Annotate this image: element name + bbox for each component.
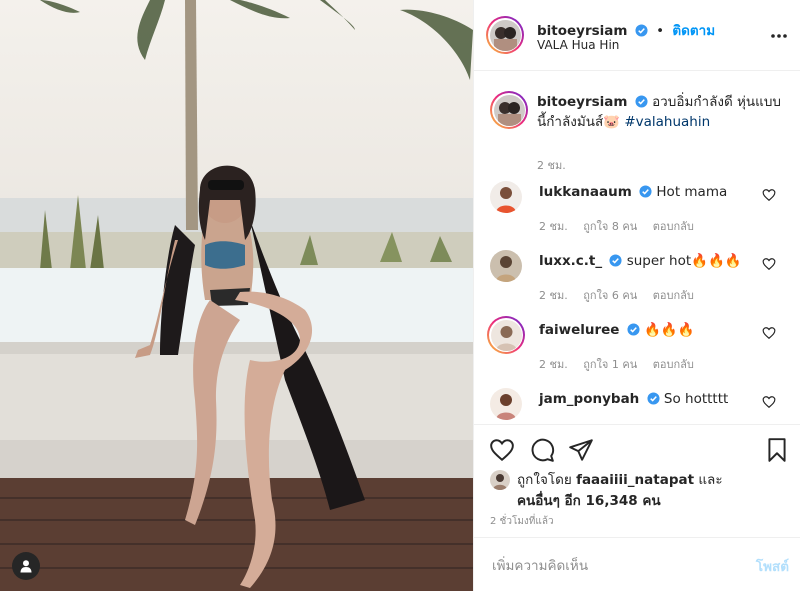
heart-icon[interactable] xyxy=(762,326,776,340)
comments-list[interactable]: bitoeyrsiam อวบอิ่มกำลังดี หุ่นแบบนี้กำล… xyxy=(474,72,800,424)
user-icon xyxy=(20,560,32,573)
bookmark-icon[interactable] xyxy=(764,437,790,463)
caption-hashtag[interactable]: #valahuahin xyxy=(624,114,710,130)
post-details-panel: bitoeyrsiam • ติดตาม VALA Hua Hin bitoey… xyxy=(473,0,800,591)
comment-item: faiwelurее 🔥🔥🔥 2 ชม. ถูกใจ 1 คน ตอบกลับ xyxy=(487,316,790,379)
comment-text: super hot🔥🔥🔥 xyxy=(626,253,742,269)
add-comment-bar: โพสต์ xyxy=(474,537,800,591)
reply-button[interactable]: ตอบกลับ xyxy=(653,220,694,233)
verified-badge-icon xyxy=(609,254,622,267)
commenter-avatar[interactable] xyxy=(490,250,522,282)
post-location[interactable]: VALA Hua Hin xyxy=(537,38,619,52)
tagged-users-button[interactable] xyxy=(12,552,40,580)
heart-icon[interactable] xyxy=(762,395,776,409)
liked-by-prefix: ถูกใจโดย xyxy=(517,472,572,488)
comment-text: So hottttt xyxy=(663,391,729,407)
caption-username[interactable]: bitoeyrsiam xyxy=(537,94,627,110)
verified-badge-icon xyxy=(635,95,648,108)
action-bar xyxy=(474,424,800,474)
heart-icon[interactable] xyxy=(762,257,776,271)
liked-by-user[interactable]: faaaiiii_natapat xyxy=(576,472,694,488)
comment-icon[interactable] xyxy=(529,437,555,463)
more-options-icon[interactable] xyxy=(769,26,789,46)
comment-likes[interactable]: ถูกใจ 1 คน xyxy=(583,358,637,371)
separator-dot: • xyxy=(656,23,665,39)
share-paper-plane-icon[interactable] xyxy=(568,437,594,463)
comment-text: 🔥🔥🔥 xyxy=(644,322,695,338)
liked-by-and: และ xyxy=(698,472,723,488)
heart-icon[interactable] xyxy=(762,188,776,202)
post-header: bitoeyrsiam • ติดตาม VALA Hua Hin xyxy=(474,0,800,71)
liked-by-others[interactable]: คนอื่นๆ อีก 16,348 คน xyxy=(517,493,661,509)
comment-item: lukkanaaum Hot mama 2 ชม. ถูกใจ 8 คน ตอบ… xyxy=(490,181,790,241)
comment-time[interactable]: 2 ชม. xyxy=(539,220,568,233)
post-photo[interactable] xyxy=(0,0,473,591)
comment-likes[interactable]: ถูกใจ 8 คน xyxy=(583,220,637,233)
liker-avatar[interactable] xyxy=(490,470,510,490)
comment-username[interactable]: lukkanaaum xyxy=(539,184,632,200)
reply-button[interactable]: ตอบกลับ xyxy=(653,358,694,371)
caption-avatar[interactable] xyxy=(490,91,528,129)
commenter-avatar[interactable] xyxy=(490,181,522,213)
author-username[interactable]: bitoeyrsiam xyxy=(537,23,627,39)
comment-input[interactable] xyxy=(490,555,734,577)
comment-time[interactable]: 2 ชม. xyxy=(539,358,568,371)
verified-badge-icon xyxy=(627,323,640,336)
reply-button[interactable]: ตอบกลับ xyxy=(653,289,694,302)
comment-username[interactable]: luxx.c.t_ xyxy=(539,253,602,269)
comment-time[interactable]: 2 ชม. xyxy=(539,289,568,302)
verified-badge-icon xyxy=(647,392,660,405)
comment-text: Hot mama xyxy=(656,184,728,200)
verified-badge-icon xyxy=(635,24,648,37)
caption-time[interactable]: 2 ชม. xyxy=(537,156,566,174)
author-avatar[interactable] xyxy=(486,16,524,54)
like-heart-icon[interactable] xyxy=(489,437,515,463)
post-timestamp[interactable]: 2 ชั่วโมงที่แล้ว xyxy=(490,514,554,529)
comment-item: jam_ponybah So hottttt xyxy=(490,388,790,424)
commenter-avatar[interactable] xyxy=(487,316,525,354)
verified-badge-icon xyxy=(639,185,652,198)
comment-username[interactable]: jam_ponybah xyxy=(539,391,639,407)
post-comment-button[interactable]: โพสต์ xyxy=(756,555,789,577)
comment-likes[interactable]: ถูกใจ 6 คน xyxy=(583,289,637,302)
commenter-avatar[interactable] xyxy=(490,388,522,420)
comment-item: luxx.c.t_ super hot🔥🔥🔥 2 ชม. ถูกใจ 6 คน … xyxy=(490,250,790,310)
comment-username[interactable]: faiwelurее xyxy=(539,322,619,338)
post-image xyxy=(0,0,473,591)
follow-button[interactable]: ติดตาม xyxy=(672,23,715,39)
